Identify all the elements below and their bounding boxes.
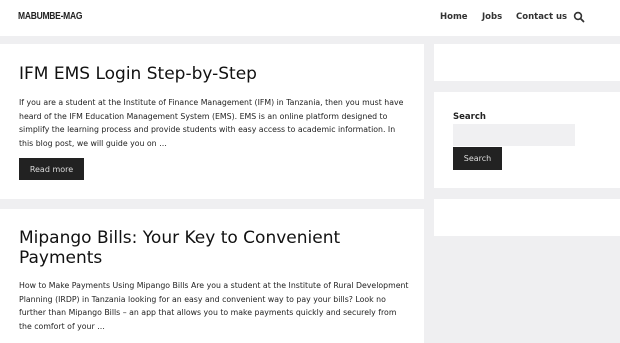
post-card: IFM EMS Login Step-by-Step If you are a … [0,44,424,199]
nav-home-link[interactable]: Home [440,12,468,22]
read-more-button[interactable]: Read more [19,158,84,180]
search-widget-label: Search [453,112,486,122]
post-title-link[interactable]: Mipango Bills: Your Key to Convenient Pa… [19,228,399,268]
sidebar-widget [434,44,620,81]
sidebar-widget [434,199,620,236]
search-button[interactable]: Search [453,147,502,170]
site-logo[interactable]: MABUMBE-MAG [18,11,82,22]
post-excerpt: If you are a student at the Institute of… [19,98,404,148]
post-card: Mipango Bills: Your Key to Convenient Pa… [0,209,424,343]
search-icon[interactable] [573,11,585,23]
post-excerpt: How to Make Payments Using Mipango Bills… [19,281,409,331]
nav-jobs-link[interactable]: Jobs [482,12,502,22]
site-header: MABUMBE-MAG Home Jobs Contact us [0,0,620,36]
search-widget: Search Search [434,92,620,188]
post-title-link[interactable]: IFM EMS Login Step-by-Step [19,64,257,84]
nav-contact-link[interactable]: Contact us [516,12,567,22]
search-input[interactable] [453,124,575,146]
